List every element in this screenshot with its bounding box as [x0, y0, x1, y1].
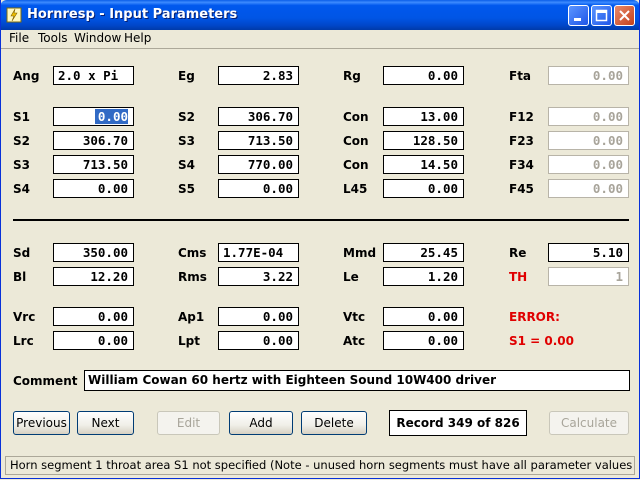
field-s5[interactable]: 0.00 [218, 179, 299, 198]
add-button[interactable]: Add [229, 411, 293, 435]
minimize-button[interactable] [568, 5, 589, 26]
label-eg: Eg [178, 69, 195, 83]
field-f34: 0.00 [548, 155, 629, 174]
status-bar: Horn segment 1 throat area S1 not specif… [5, 456, 635, 475]
field-con-3[interactable]: 14.50 [383, 155, 464, 174]
label-s5: S5 [178, 182, 195, 196]
field-vrc[interactable]: 0.00 [53, 307, 134, 326]
field-lpt[interactable]: 0.00 [218, 331, 299, 350]
field-s4[interactable]: 0.00 [53, 179, 134, 198]
field-atc[interactable]: 0.00 [383, 331, 464, 350]
label-s2: S2 [13, 134, 30, 148]
calculate-button: Calculate [549, 411, 629, 435]
field-bl[interactable]: 12.20 [53, 267, 134, 286]
label-le: Le [343, 270, 359, 284]
field-rms[interactable]: 3.22 [218, 267, 299, 286]
window-title: Hornresp - Input Parameters [27, 7, 238, 22]
label-vtc: Vtc [343, 310, 366, 324]
field-s4-top[interactable]: 770.00 [218, 155, 299, 174]
field-s2[interactable]: 306.70 [53, 131, 134, 150]
main-window: Hornresp - Input Parameters File Tools W… [0, 0, 640, 479]
label-f23: F23 [509, 134, 534, 148]
field-s2-top[interactable]: 306.70 [218, 107, 299, 126]
label-f45: F45 [509, 182, 534, 196]
label-comment: Comment [13, 374, 78, 388]
label-lpt: Lpt [178, 334, 200, 348]
label-s3: S3 [13, 158, 30, 172]
field-vtc[interactable]: 0.00 [383, 307, 464, 326]
label-rms: Rms [178, 270, 207, 284]
field-ang[interactable]: 2.0 x Pi [53, 66, 134, 85]
field-sd[interactable]: 350.00 [53, 243, 134, 262]
comment-field[interactable]: William Cowan 60 hertz with Eighteen Sou… [84, 370, 630, 391]
label-cms: Cms [178, 246, 207, 260]
label-re: Re [509, 246, 527, 260]
menu-file[interactable]: File [9, 31, 29, 45]
previous-button[interactable]: Previous [13, 411, 70, 435]
label-s2-top: S2 [178, 110, 195, 124]
field-mmd[interactable]: 25.45 [383, 243, 464, 262]
label-s4-top: S4 [178, 158, 195, 172]
field-fta: 0.00 [548, 66, 629, 85]
field-lrc[interactable]: 0.00 [53, 331, 134, 350]
label-con-2: Con [343, 134, 369, 148]
label-fta: Fta [509, 69, 532, 83]
label-con-3: Con [343, 158, 369, 172]
label-s4: S4 [13, 182, 30, 196]
close-icon [619, 10, 630, 21]
field-f12: 0.00 [548, 107, 629, 126]
menu-tools[interactable]: Tools [38, 31, 68, 45]
label-con-1: Con [343, 110, 369, 124]
label-ang: Ang [13, 69, 40, 83]
close-button[interactable] [614, 5, 635, 26]
menu-help[interactable]: Help [124, 31, 151, 45]
field-con-1[interactable]: 13.00 [383, 107, 464, 126]
label-f34: F34 [509, 158, 534, 172]
lightning-icon [6, 7, 22, 23]
minimize-icon [574, 18, 581, 21]
label-ap1: Ap1 [178, 310, 205, 324]
label-f12: F12 [509, 110, 534, 124]
label-rg: Rg [343, 69, 361, 83]
field-f45: 0.00 [548, 179, 629, 198]
section-divider [13, 219, 629, 221]
error-title: ERROR: [509, 310, 560, 324]
label-atc: Atc [343, 334, 366, 348]
label-bl: Bl [13, 270, 27, 284]
label-lrc: Lrc [13, 334, 34, 348]
field-th: 1 [548, 267, 629, 286]
label-vrc: Vrc [13, 310, 36, 324]
delete-button[interactable]: Delete [301, 411, 367, 435]
field-l45[interactable]: 0.00 [383, 179, 464, 198]
next-button[interactable]: Next [77, 411, 134, 435]
maximize-button[interactable] [591, 5, 612, 26]
field-cms[interactable]: 1.77E-04 [218, 243, 299, 262]
field-s1[interactable]: 0.00 [53, 107, 134, 126]
menu-bar: File Tools Window Help [1, 30, 639, 48]
error-detail: S1 = 0.00 [509, 334, 575, 348]
label-sd: Sd [13, 246, 31, 260]
maximize-icon [595, 9, 608, 22]
label-s1: S1 [13, 110, 30, 124]
field-rg[interactable]: 0.00 [383, 66, 464, 85]
field-s3-top[interactable]: 713.50 [218, 131, 299, 150]
field-re[interactable]: 5.10 [548, 243, 629, 262]
title-bar[interactable]: Hornresp - Input Parameters [1, 0, 639, 30]
label-s3-top: S3 [178, 134, 195, 148]
field-le[interactable]: 1.20 [383, 267, 464, 286]
menu-divider [1, 48, 639, 49]
field-eg[interactable]: 2.83 [218, 66, 299, 85]
label-th: TH [509, 270, 528, 284]
menu-window[interactable]: Window [74, 31, 121, 45]
label-l45: L45 [343, 182, 368, 196]
field-s1-selected-text: 0.00 [94, 109, 128, 124]
label-mmd: Mmd [343, 246, 377, 260]
field-f23: 0.00 [548, 131, 629, 150]
field-s3[interactable]: 713.50 [53, 155, 134, 174]
record-counter: Record 349 of 826 [389, 410, 527, 436]
edit-button: Edit [157, 411, 220, 435]
field-con-2[interactable]: 128.50 [383, 131, 464, 150]
field-ap1[interactable]: 0.00 [218, 307, 299, 326]
